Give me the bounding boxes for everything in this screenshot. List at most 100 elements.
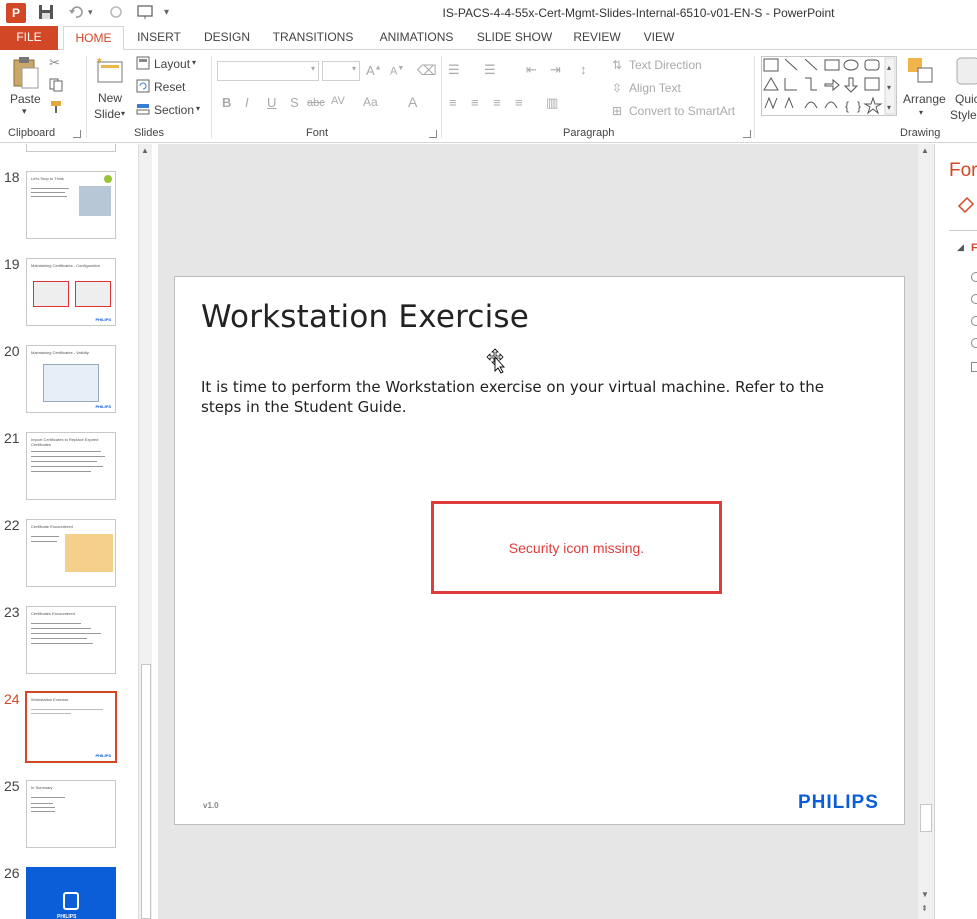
thumbnail-partial[interactable] xyxy=(26,144,116,152)
text-direction-button[interactable]: Text Direction xyxy=(629,58,702,72)
slide-thumbnail-18[interactable]: Let's Stop to Think xyxy=(26,171,116,239)
slide-body-text[interactable]: It is time to perform the Workstation ex… xyxy=(201,377,841,417)
align-text-button[interactable]: Align Text xyxy=(629,81,681,95)
character-spacing-button[interactable]: AV xyxy=(331,95,345,107)
decrease-indent-icon[interactable]: ⇤ xyxy=(526,62,537,78)
reset-icon[interactable] xyxy=(136,79,150,96)
arrange-button[interactable]: Arrange xyxy=(903,92,946,106)
thumbnails-scroll-thumb[interactable] xyxy=(141,664,151,919)
underline-button[interactable]: U xyxy=(267,95,276,110)
layout-dropdown-icon[interactable]: ▾ xyxy=(192,58,196,67)
tab-home[interactable]: HOME xyxy=(63,26,124,51)
bold-button[interactable]: B xyxy=(222,95,231,110)
fill-option-radio[interactable] xyxy=(971,316,977,326)
align-right-icon[interactable]: ≡ xyxy=(493,95,501,110)
section-button[interactable]: Section xyxy=(154,103,194,117)
align-center-icon[interactable]: ≡ xyxy=(471,95,479,110)
scroll-up-icon[interactable]: ▲ xyxy=(921,146,929,155)
quick-styles-label-2[interactable]: Styles xyxy=(950,108,977,122)
tab-view[interactable]: VIEW xyxy=(635,26,683,50)
collapse-icon[interactable]: ◢ xyxy=(957,242,964,253)
shrink-font-icon[interactable]: A▼ xyxy=(390,65,404,78)
layout-button[interactable]: Layout xyxy=(154,57,190,71)
convert-smartart-button[interactable]: Convert to SmartArt xyxy=(629,104,735,118)
cut-icon[interactable]: ✂ xyxy=(49,55,60,71)
scroll-up-icon[interactable]: ▲ xyxy=(141,146,149,155)
new-slide-icon[interactable]: ✶ xyxy=(95,56,125,89)
paste-dropdown-icon[interactable]: ▾ xyxy=(22,106,27,117)
tab-animations[interactable]: ANIMATIONS xyxy=(369,26,464,50)
slide-thumbnail-19[interactable]: Maintaining Certificates - Configuration… xyxy=(26,258,116,326)
arrange-icon[interactable] xyxy=(906,56,936,89)
smartart-icon[interactable]: ⊞ xyxy=(612,104,622,118)
paragraph-launcher-icon[interactable] xyxy=(743,130,751,138)
shapes-gallery[interactable]: { } ▴ ▾ ▾ xyxy=(761,56,897,119)
previous-slide-icon[interactable]: ⇞ xyxy=(921,904,928,913)
fill-option-radio[interactable] xyxy=(971,294,977,304)
new-slide-label-1[interactable]: New xyxy=(98,91,122,105)
slide-thumbnail-25[interactable]: In Summary xyxy=(26,780,116,848)
tab-slide-show[interactable]: SLIDE SHOW xyxy=(472,26,557,50)
italic-button[interactable]: I xyxy=(245,95,249,110)
justify-icon[interactable]: ≡ xyxy=(515,95,523,110)
paste-icon[interactable] xyxy=(10,56,40,95)
columns-icon[interactable]: ▥ xyxy=(546,95,558,111)
font-size-combo[interactable]: ▾ xyxy=(322,61,360,81)
text-direction-icon[interactable]: ⇅ xyxy=(612,58,622,72)
fill-section-label[interactable]: F xyxy=(971,242,977,254)
strikethrough-button[interactable]: abc xyxy=(307,97,325,109)
slides-group-label: Slides xyxy=(134,127,164,139)
paste-button[interactable]: Paste xyxy=(10,92,41,106)
slide-thumbnail-21[interactable]: Import Certificates to Replace Expired C… xyxy=(26,432,116,500)
text-shadow-button[interactable]: S xyxy=(290,95,299,110)
thumbnail-text-line xyxy=(31,196,67,197)
tab-design[interactable]: DESIGN xyxy=(199,26,255,50)
copy-icon[interactable] xyxy=(49,78,65,95)
slide-title[interactable]: Workstation Exercise xyxy=(201,299,529,335)
numbering-icon[interactable]: ☰ xyxy=(484,62,496,78)
title-bar: P ▾ ▾ IS-PACS-4-4-55x-Cert-Mgmt-Slides-I… xyxy=(0,0,977,26)
clipboard-launcher-icon[interactable] xyxy=(73,130,81,138)
section-dropdown-icon[interactable]: ▾ xyxy=(196,104,200,113)
scroll-down-icon[interactable]: ▼ xyxy=(921,890,929,899)
change-case-button[interactable]: Aa xyxy=(363,95,378,109)
line-spacing-icon[interactable]: ↕ xyxy=(580,62,587,77)
quick-styles-icon[interactable] xyxy=(955,56,977,89)
slide-thumbnail-23[interactable]: Certificates Encountered xyxy=(26,606,116,674)
align-left-icon[interactable]: ≡ xyxy=(449,95,457,110)
arrange-dropdown-icon[interactable]: ▾ xyxy=(919,108,923,117)
font-color-button[interactable]: A xyxy=(408,94,417,110)
section-icon[interactable] xyxy=(136,102,150,119)
new-slide-label-2[interactable]: Slide xyxy=(94,107,121,121)
tab-file[interactable]: FILE xyxy=(0,26,58,50)
tab-review[interactable]: REVIEW xyxy=(567,26,627,50)
increase-indent-icon[interactable]: ⇥ xyxy=(550,62,561,78)
editor-scroll-thumb[interactable] xyxy=(920,804,932,832)
reset-button[interactable]: Reset xyxy=(154,80,185,94)
fill-option-radio[interactable] xyxy=(971,272,977,282)
layout-icon[interactable] xyxy=(136,56,150,73)
font-name-combo[interactable]: ▾ xyxy=(217,61,319,81)
slide-thumbnail-26[interactable]: PHILIPS xyxy=(26,867,116,919)
grow-font-icon[interactable]: A▲ xyxy=(366,63,382,78)
clear-formatting-icon[interactable]: ⌫ xyxy=(417,62,437,79)
fill-option-checkbox[interactable] xyxy=(971,362,977,372)
format-painter-icon[interactable] xyxy=(49,100,65,117)
slide-thumbnail-24-selected[interactable]: Workstation Exercise PHILIPS xyxy=(25,691,117,763)
editor-scrollbar[interactable]: ▲ ▼ ⇞ xyxy=(918,144,934,919)
new-slide-dropdown-icon[interactable]: ▾ xyxy=(121,109,125,118)
bullets-icon[interactable]: ☰ xyxy=(448,62,460,78)
current-slide[interactable]: Workstation Exercise It is time to perfo… xyxy=(174,276,905,825)
fill-line-icon[interactable] xyxy=(955,194,977,219)
slide-thumbnail-20[interactable]: Maintaining Certificates - Validity PHIL… xyxy=(26,345,116,413)
fill-option-radio[interactable] xyxy=(971,338,977,348)
missing-icon-placeholder[interactable]: Security icon missing. xyxy=(431,501,722,594)
slide-thumbnail-22[interactable]: Certificate Encountered xyxy=(26,519,116,587)
thumbnails-scrollbar[interactable]: ▲ xyxy=(138,144,152,919)
philips-shield-icon xyxy=(63,892,79,910)
font-launcher-icon[interactable] xyxy=(429,130,437,138)
tab-insert[interactable]: INSERT xyxy=(131,26,187,50)
quick-styles-label-1[interactable]: Quic xyxy=(955,92,977,106)
tab-transitions[interactable]: TRANSITIONS xyxy=(266,26,360,50)
align-text-icon[interactable]: ⇳ xyxy=(612,81,622,95)
